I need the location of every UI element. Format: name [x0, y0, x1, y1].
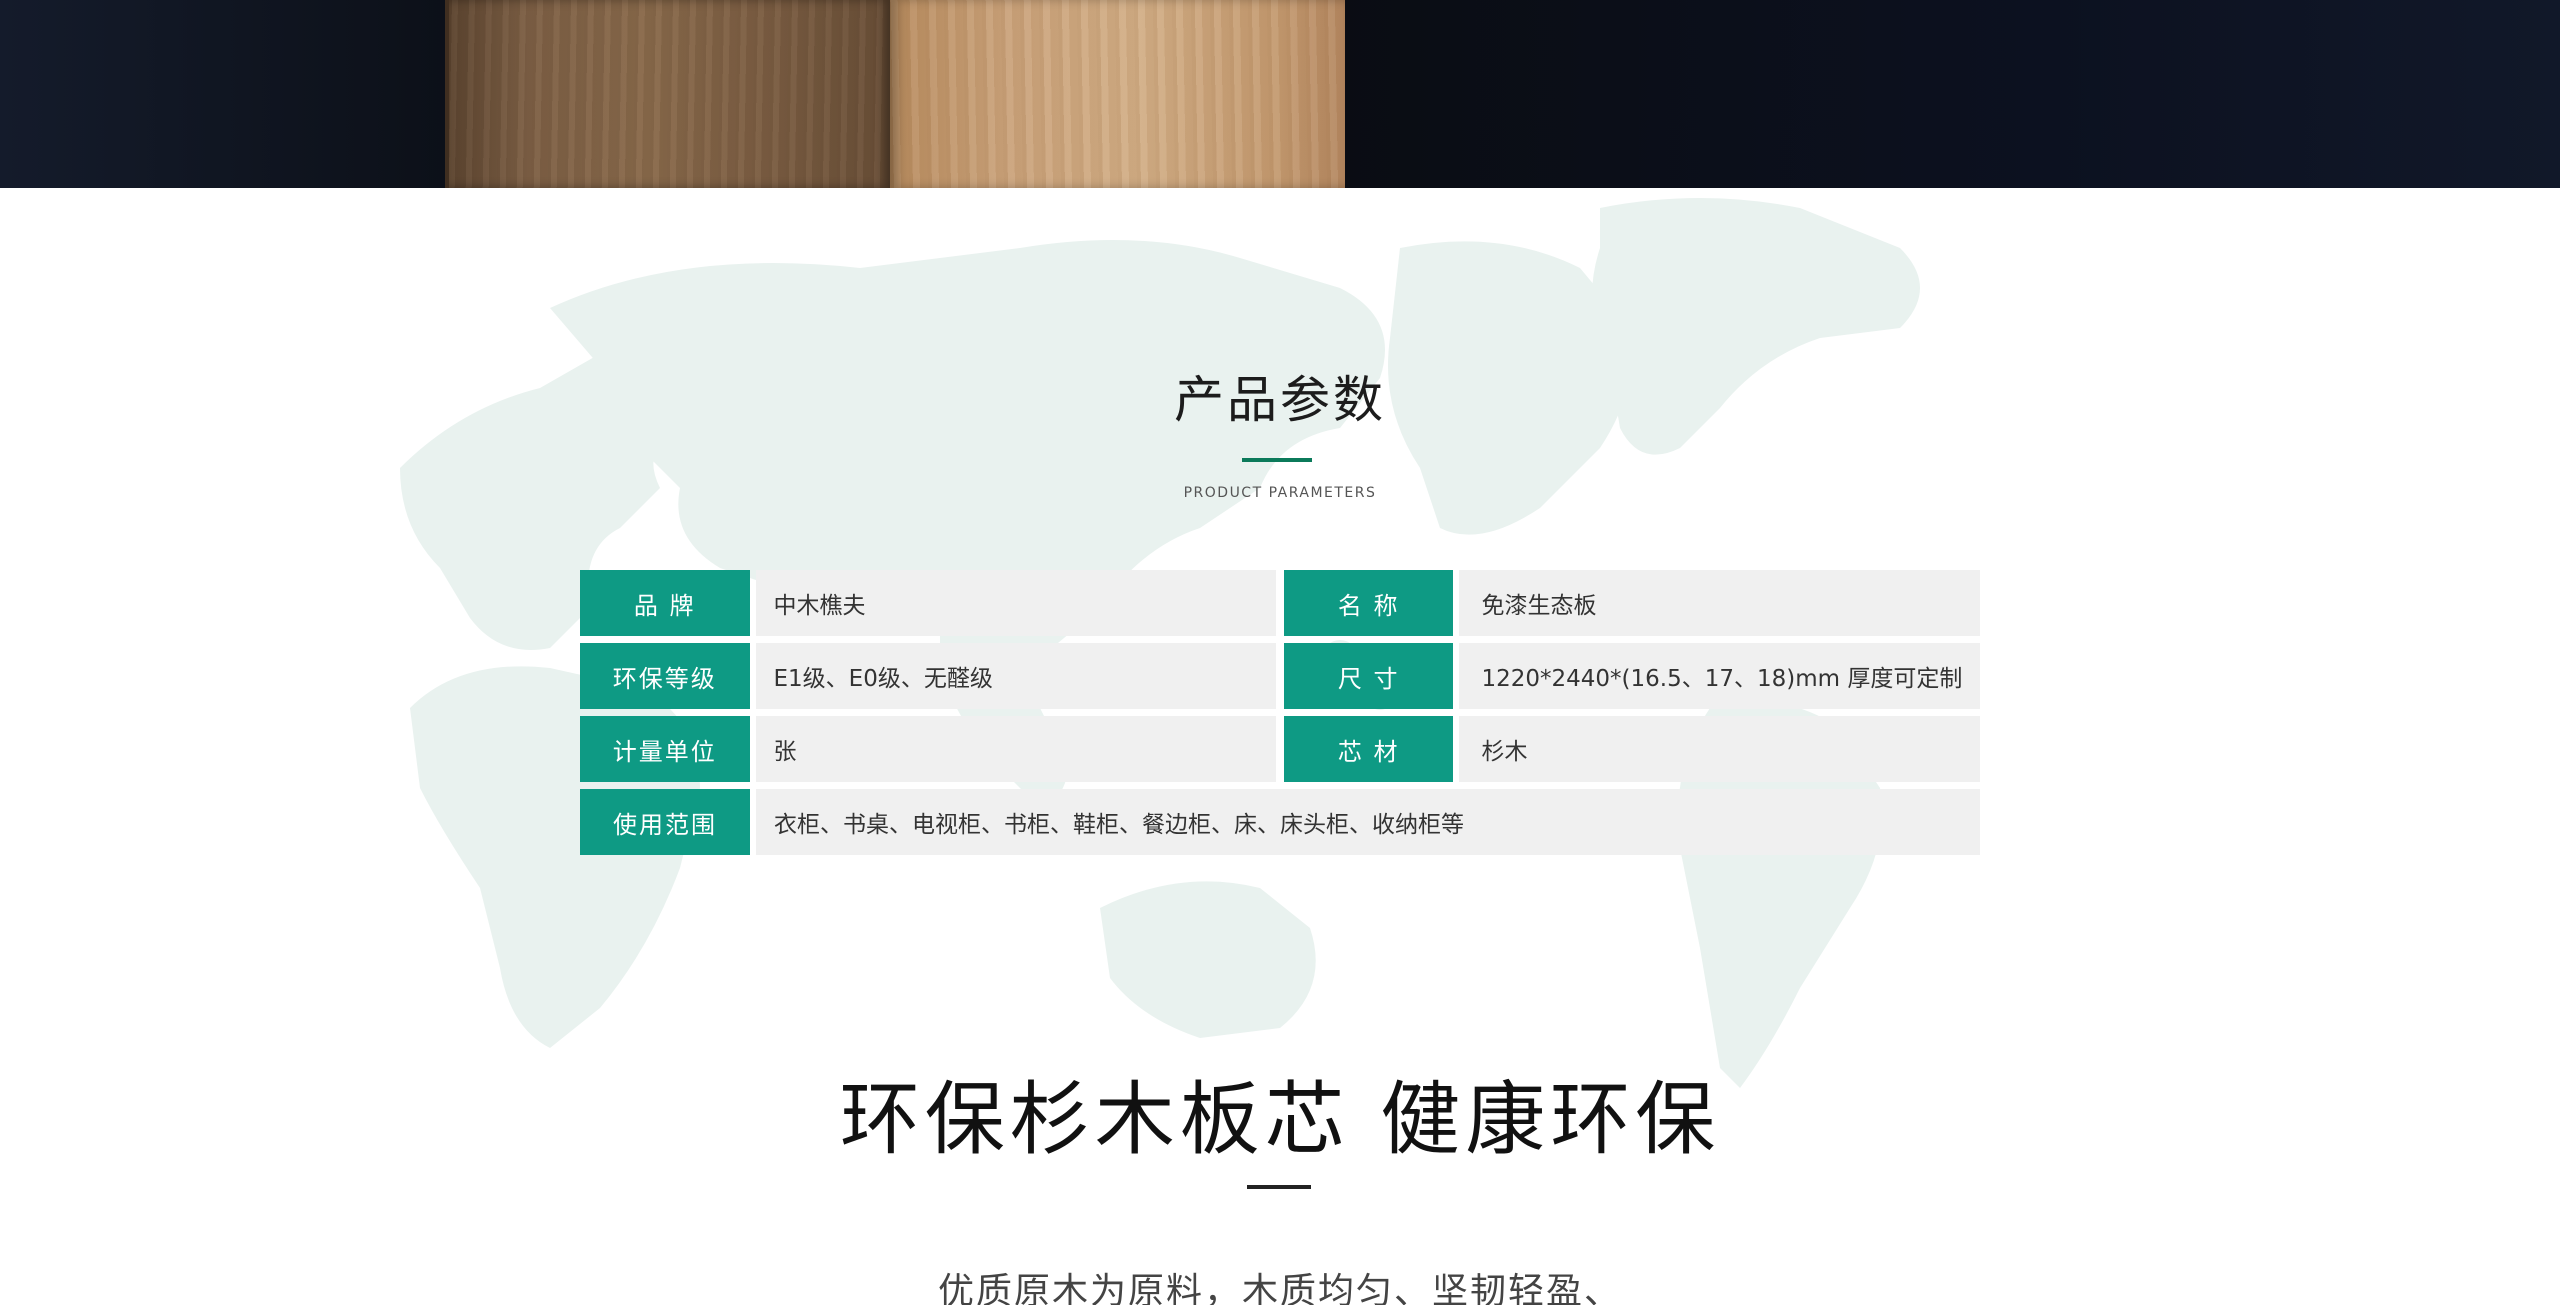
param-value-size: 1220*2440*(16.5、17、18)mm 厚度可定制 [1459, 643, 1980, 709]
wood-panel-light-image [890, 0, 1345, 188]
param-value-name: 免漆生态板 [1459, 570, 1980, 636]
param-label-size: 尺 寸 [1283, 643, 1454, 709]
table-row: 环保等级 E1级、E0级、无醛级 尺 寸 1220*2440*(16.5、17、… [580, 643, 1980, 709]
description-text: 优质原木为原料，木质均匀、坚韧轻盈、 [937, 1271, 1622, 1305]
param-value-usage: 衣柜、书桌、电视柜、书柜、鞋柜、餐边柜、床、床头柜、收纳柜等 [756, 789, 1980, 855]
param-label-name: 名 称 [1283, 570, 1454, 636]
title-underline [1242, 458, 1312, 462]
wood-panel-dark-image [445, 0, 890, 188]
product-params-table: 品 牌 中木樵夫 名 称 免漆生态板 环保等级 E1级、E0级、无醛级 尺 寸 … [580, 570, 1980, 862]
section-subtitle: PRODUCT PARAMETERS [1183, 485, 1377, 501]
param-label-eco-grade: 环保等级 [580, 643, 750, 709]
table-row: 使用范围 衣柜、书桌、电视柜、书柜、鞋柜、餐边柜、床、床头柜、收纳柜等 [580, 789, 1980, 855]
section-title: 产品参数 [1174, 371, 1386, 429]
hero-banner [0, 0, 2560, 188]
table-row: 品 牌 中木樵夫 名 称 免漆生态板 [580, 570, 1980, 636]
param-label-brand: 品 牌 [580, 570, 750, 636]
param-label-core: 芯 材 [1283, 716, 1454, 782]
param-value-core: 杉木 [1459, 716, 1980, 782]
param-value-unit: 张 [755, 716, 1277, 782]
table-row: 计量单位 张 芯 材 杉木 [580, 716, 1980, 782]
param-value-brand: 中木樵夫 [755, 570, 1277, 636]
param-label-unit: 计量单位 [580, 716, 750, 782]
param-value-eco-grade: E1级、E0级、无醛级 [755, 643, 1277, 709]
param-label-usage: 使用范围 [580, 789, 750, 855]
slogan-underline [1247, 1185, 1311, 1189]
slogan-heading: 环保杉木板芯 健康环保 [839, 1073, 1721, 1166]
